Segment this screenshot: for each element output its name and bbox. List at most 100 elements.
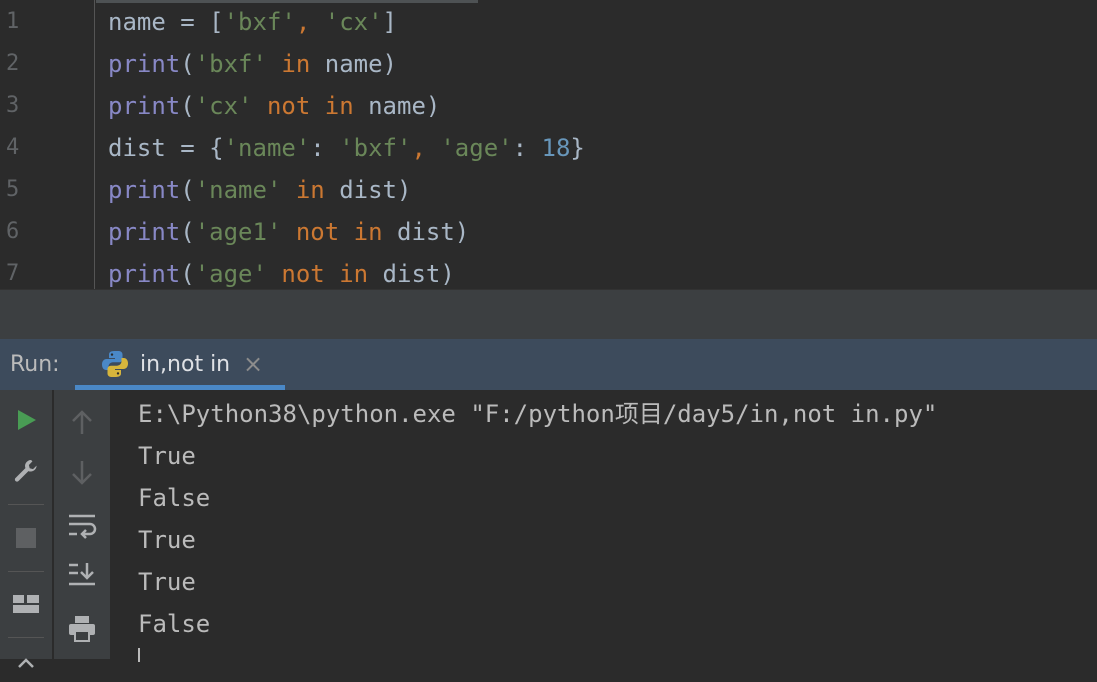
close-icon[interactable]: × <box>243 339 263 390</box>
code-token: in <box>281 176 340 204</box>
editor-panel-divider[interactable] <box>0 289 1097 340</box>
code-text: dist = {'name': 'bxf', 'age': 18} <box>108 127 585 169</box>
code-token: print <box>108 218 181 246</box>
run-icon <box>18 410 36 430</box>
code-line[interactable]: 2 print('bxf' in name) <box>0 43 1097 85</box>
up-arrow-icon <box>18 658 34 668</box>
print-button[interactable] <box>65 612 99 646</box>
line-number: 3 <box>6 93 20 118</box>
stop-icon <box>16 528 36 548</box>
previous-occurrence-button[interactable] <box>65 405 99 439</box>
code-token: 'bxf' <box>223 8 296 36</box>
code-token: ] <box>382 8 397 36</box>
code-token: name) <box>324 50 397 78</box>
line-number: 1 <box>6 9 20 34</box>
up-arrow-icon <box>72 410 92 434</box>
run-tool-window-header: Run: in,not in × <box>0 339 1097 390</box>
code-text: print('age1' not in dist) <box>108 211 469 253</box>
code-token: 18 <box>541 134 571 162</box>
code-token: , <box>411 134 441 162</box>
code-editor[interactable]: 1 name = ['bxf', 'cx'] 2 print('bxf' in nam… <box>0 0 1097 289</box>
code-line[interactable]: 4 dist = {'name': 'bxf', 'age': 18} <box>0 127 1097 169</box>
code-token: print <box>108 92 181 120</box>
soft-wrap-icon <box>69 514 97 539</box>
code-line[interactable]: 1 name = ['bxf', 'cx'] <box>0 1 1097 43</box>
code-token: 'age' <box>194 260 267 288</box>
code-text: print('cx' not in name) <box>108 85 440 127</box>
down-arrow-icon <box>72 461 92 485</box>
code-text: print('name' in dist) <box>108 169 411 211</box>
line-number: 2 <box>6 51 20 76</box>
python-icon <box>102 351 128 377</box>
text-caret <box>138 648 140 662</box>
code-token: 'name' <box>223 134 311 162</box>
code-token: : <box>512 134 542 162</box>
layout-icon <box>13 595 39 613</box>
code-token: 'cx' <box>194 92 253 120</box>
line-number: 4 <box>6 135 20 160</box>
code-token: print <box>108 50 181 78</box>
soft-wrap-button[interactable] <box>65 508 99 542</box>
run-label: Run: <box>10 352 60 377</box>
code-token: ( <box>180 176 195 204</box>
code-token: : <box>310 134 340 162</box>
console-line: True <box>138 568 196 596</box>
run-left-toolbar <box>0 390 52 668</box>
run-tool-window: E:\Python38\python.exe "F:/python项目/day5… <box>0 390 1097 668</box>
code-token: print <box>108 176 181 204</box>
next-occurrence-button[interactable] <box>65 456 99 490</box>
code-token: } <box>570 134 585 162</box>
code-token: in <box>266 50 325 78</box>
line-number: 7 <box>6 261 20 286</box>
code-token: dist) <box>339 176 412 204</box>
scroll-to-end-icon <box>69 563 95 586</box>
code-token: 'name' <box>194 176 282 204</box>
line-number: 6 <box>6 219 20 244</box>
code-token: dist = { <box>108 134 224 162</box>
code-token: name) <box>368 92 441 120</box>
code-token: dist) <box>397 218 470 246</box>
code-text: print('bxf' in name) <box>108 43 397 85</box>
print-icon <box>69 616 95 642</box>
code-token: ( <box>180 218 195 246</box>
run-tab[interactable]: in,not in × <box>75 339 285 390</box>
toolbar-divider <box>8 504 44 505</box>
console-line: E:\Python38\python.exe "F:/python项目/day5… <box>138 400 938 428</box>
toolbar-divider <box>8 571 44 572</box>
code-token: 'age1' <box>194 218 282 246</box>
code-token: 'bxf' <box>194 50 267 78</box>
console-line: False <box>138 610 211 638</box>
code-token: not in <box>252 92 369 120</box>
pin-button[interactable] <box>9 648 43 682</box>
run-console-toolbar <box>54 390 110 659</box>
toolbar-divider <box>8 637 44 638</box>
run-tab-label: in,not in <box>140 352 231 377</box>
code-token: 'bxf' <box>339 134 412 162</box>
code-token: 'age' <box>440 134 513 162</box>
settings-button[interactable] <box>9 454 43 488</box>
code-token: , <box>295 8 325 36</box>
console-line: True <box>138 442 196 470</box>
code-token: ( <box>180 50 195 78</box>
console-line: True <box>138 526 196 554</box>
code-token: 'cx' <box>324 8 383 36</box>
code-token: not in <box>281 218 397 246</box>
code-token: print <box>108 260 181 288</box>
code-token: not in <box>266 260 383 288</box>
code-token: name = [ <box>108 8 224 36</box>
code-line[interactable]: 7 print('age' not in dist) <box>0 253 1097 289</box>
code-line[interactable]: 3 print('cx' not in name) <box>0 85 1097 127</box>
rerun-button[interactable] <box>9 403 43 437</box>
code-token: ( <box>180 92 195 120</box>
layout-button[interactable] <box>9 587 43 621</box>
code-line[interactable]: 5 print('name' in dist) <box>0 169 1097 211</box>
code-line[interactable]: 6 print('age1' not in dist) <box>0 211 1097 253</box>
code-token: dist) <box>382 260 455 288</box>
console-output[interactable]: E:\Python38\python.exe "F:/python项目/day5… <box>110 390 1097 662</box>
line-number: 5 <box>6 177 20 202</box>
code-text: print('age' not in dist) <box>108 253 455 289</box>
scroll-to-end-button[interactable] <box>65 558 99 592</box>
code-token: ( <box>180 260 195 288</box>
stop-button[interactable] <box>9 521 43 555</box>
wrench-icon <box>14 460 37 482</box>
